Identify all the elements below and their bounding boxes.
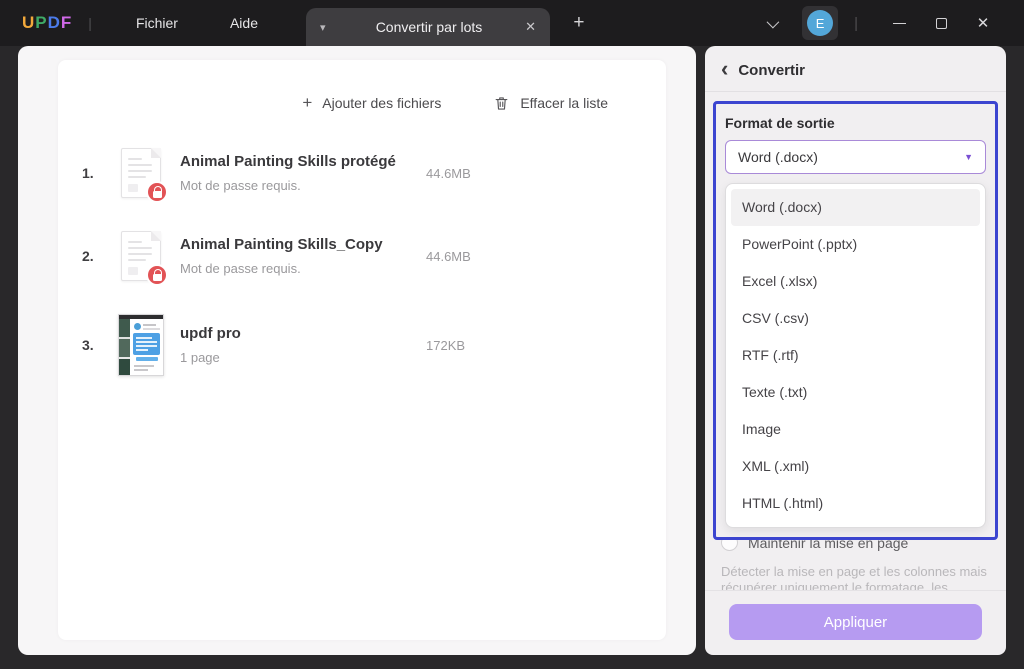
main-area: + Ajouter des fichiers Effacer la liste … (18, 46, 696, 655)
tab-convert-batch[interactable]: ▾ Convertir par lots ✕ (306, 8, 550, 46)
add-files-button[interactable]: + Ajouter des fichiers (302, 93, 441, 113)
file-size: 172KB (426, 338, 465, 353)
add-files-label: Ajouter des fichiers (322, 95, 441, 111)
file-index: 1. (82, 165, 118, 181)
chevron-down-icon[interactable] (767, 15, 780, 28)
new-tab-button[interactable]: + (566, 12, 592, 34)
file-note: Mot de passe requis. (180, 178, 426, 193)
file-note: Mot de passe requis. (180, 261, 426, 276)
lock-icon (146, 264, 168, 286)
tab-close-icon[interactable]: ✕ (516, 19, 536, 35)
format-description: Détecter la mise en page et les colonnes… (705, 564, 1006, 590)
logo-letter: P (35, 13, 47, 33)
account-button[interactable]: E (802, 6, 838, 40)
output-format-label: Format de sortie (725, 115, 986, 131)
divider (705, 91, 1006, 92)
file-index: 2. (82, 248, 118, 264)
format-options-list: Word (.docx) PowerPoint (.pptx) Excel (.… (725, 183, 986, 528)
convert-panel: ‹ Convertir Format de sortie Word (.docx… (705, 46, 1006, 655)
file-row[interactable]: 3. (82, 314, 636, 376)
format-highlight-box: Format de sortie Word (.docx) ▼ Word (.d… (713, 101, 998, 540)
format-option-word[interactable]: Word (.docx) (731, 189, 980, 226)
format-select[interactable]: Word (.docx) ▼ (725, 140, 986, 174)
format-option-xml[interactable]: XML (.xml) (731, 448, 980, 485)
file-name: Animal Painting Skills protégé (180, 153, 426, 170)
titlebar-divider: | (88, 15, 92, 31)
close-icon: ✕ (977, 14, 990, 32)
file-size: 44.6MB (426, 249, 471, 264)
file-size: 44.6MB (426, 166, 471, 181)
description-line: Détecter la mise en page et les colonnes… (721, 564, 990, 580)
close-button[interactable]: ✕ (962, 0, 1004, 46)
format-option-rtf[interactable]: RTF (.rtf) (731, 337, 980, 374)
titlebar: UPDF | Fichier Aide ▾ Convertir par lots… (0, 0, 1024, 46)
select-caret-icon: ▼ (964, 152, 973, 162)
back-icon[interactable]: ‹ (721, 61, 728, 77)
maximize-icon (936, 18, 947, 29)
description-line: récupérer uniquement le formatage, les g… (721, 580, 990, 590)
menu-help[interactable]: Aide (204, 0, 284, 46)
file-row[interactable]: 1. Animal Painting Skill (82, 148, 636, 198)
format-option-excel[interactable]: Excel (.xlsx) (731, 263, 980, 300)
file-list-panel: + Ajouter des fichiers Effacer la liste … (58, 60, 666, 640)
file-note: 1 page (180, 350, 426, 365)
tab-label: Convertir par lots (342, 19, 516, 35)
menu-file[interactable]: Fichier (110, 0, 204, 46)
avatar: E (807, 10, 833, 36)
format-option-texte[interactable]: Texte (.txt) (731, 374, 980, 411)
panel-footer: Appliquer (705, 590, 1006, 655)
logo-letter: U (22, 13, 35, 33)
file-row[interactable]: 2. Animal Painting Skill (82, 231, 636, 281)
minimize-button[interactable] (878, 0, 920, 46)
document-icon (121, 148, 161, 198)
logo-letter: F (61, 13, 72, 33)
format-option-html[interactable]: HTML (.html) (731, 485, 980, 522)
logo-letter: D (48, 13, 61, 33)
titlebar-divider: | (854, 15, 858, 32)
apply-button[interactable]: Appliquer (729, 604, 982, 640)
trash-icon (493, 95, 510, 112)
minimize-icon (893, 23, 906, 24)
file-index: 3. (82, 337, 118, 353)
app-window: UPDF | Fichier Aide ▾ Convertir par lots… (0, 0, 1024, 669)
plus-icon: + (302, 93, 312, 113)
tab-dropdown-icon[interactable]: ▾ (320, 21, 342, 34)
clear-list-label: Effacer la liste (520, 95, 608, 111)
maximize-button[interactable] (920, 0, 962, 46)
updf-logo: UPDF (22, 13, 72, 33)
titlebar-right: E | ✕ (767, 0, 1024, 46)
format-selected-value: Word (.docx) (738, 149, 964, 165)
file-name: Animal Painting Skills_Copy (180, 236, 426, 253)
format-option-csv[interactable]: CSV (.csv) (731, 300, 980, 337)
list-actions: + Ajouter des fichiers Effacer la liste (82, 88, 636, 118)
clear-list-button[interactable]: Effacer la liste (493, 95, 608, 112)
panel-title: Convertir (738, 62, 805, 79)
file-name: updf pro (180, 325, 426, 342)
content: + Ajouter des fichiers Effacer la liste … (0, 46, 1024, 669)
page-thumbnail (118, 314, 164, 376)
document-icon (121, 231, 161, 281)
panel-header: ‹ Convertir (705, 46, 1006, 91)
lock-icon (146, 181, 168, 203)
format-option-image[interactable]: Image (731, 411, 980, 448)
format-option-powerpoint[interactable]: PowerPoint (.pptx) (731, 226, 980, 263)
